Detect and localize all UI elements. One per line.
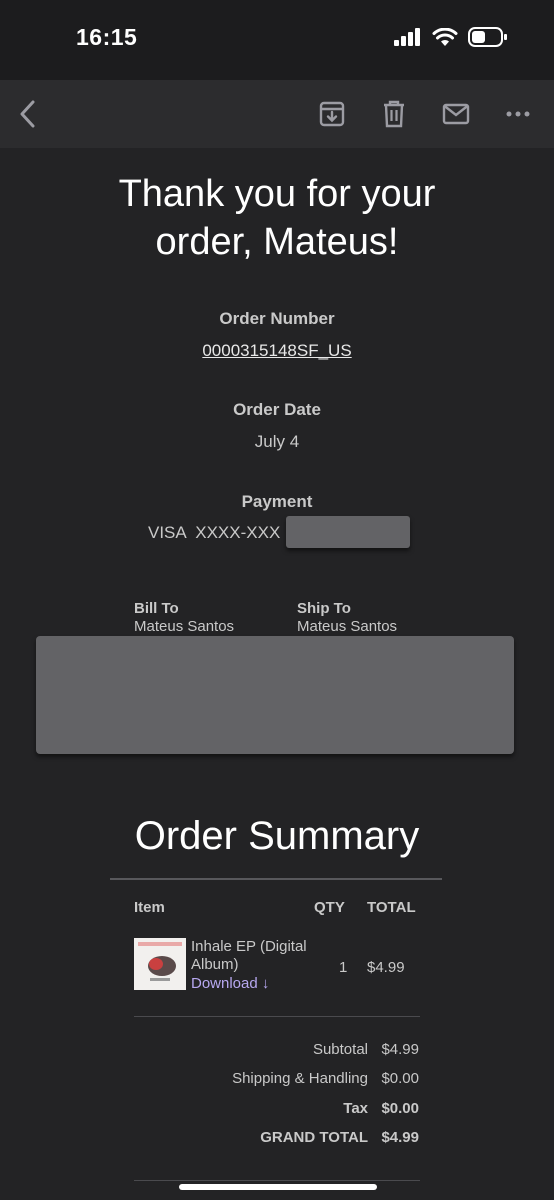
- bill-to-label: Bill To: [134, 600, 179, 617]
- column-qty: QTY: [314, 899, 345, 916]
- bill-to-name: Mateus Santos: [134, 618, 235, 635]
- status-icons: [394, 26, 508, 48]
- download-link[interactable]: Download ↓: [191, 975, 269, 992]
- chevron-left-icon: [20, 100, 35, 128]
- totals-divider: [134, 1180, 420, 1181]
- order-number-row: 0000315148SF_US: [0, 341, 554, 361]
- column-item: Item: [134, 899, 165, 916]
- grand-total-value: $4.99: [381, 1129, 419, 1146]
- order-summary-title: Order Summary: [134, 814, 420, 858]
- status-time: 16:15: [76, 24, 138, 50]
- ship-to-name: Mateus Santos: [297, 618, 398, 635]
- album-art-image: [134, 938, 186, 990]
- item-total: $4.99: [367, 959, 405, 976]
- redaction-card-number: [286, 516, 410, 548]
- shipping-label: Shipping & Handling: [232, 1070, 368, 1087]
- status-bar: 16:15: [0, 0, 554, 80]
- column-total: TOTAL: [367, 899, 416, 916]
- signal-icon: [394, 28, 420, 46]
- grand-total-label: GRAND TOTAL: [260, 1129, 368, 1146]
- email-body: Thank you for your order, Mateus! Order …: [0, 148, 554, 1200]
- headline-line-2: order, Mateus!: [155, 221, 399, 263]
- mark-unread-button[interactable]: [436, 94, 476, 134]
- items-divider: [134, 1016, 420, 1017]
- album-art: [134, 938, 186, 990]
- subtotal-value: $4.99: [381, 1041, 419, 1058]
- back-button[interactable]: [8, 94, 48, 134]
- headline-line-1: Thank you for your: [118, 173, 436, 215]
- wifi-icon: [432, 27, 458, 46]
- order-date-label: Order Date: [233, 400, 321, 419]
- home-indicator[interactable]: [179, 1184, 377, 1190]
- archive-button[interactable]: [312, 94, 352, 134]
- order-date: July 4: [254, 432, 300, 451]
- mail-toolbar: [0, 80, 554, 148]
- envelope-icon: [442, 103, 470, 125]
- item-name: Inhale EP (Digital Album): [191, 938, 307, 973]
- order-number-link[interactable]: 0000315148SF_US: [202, 341, 351, 360]
- more-button[interactable]: [498, 94, 538, 134]
- tax-value: $0.00: [381, 1100, 419, 1117]
- summary-divider: [110, 878, 442, 880]
- ellipsis-icon: [506, 111, 530, 117]
- payment-value: VISA XXXX-XXX: [148, 523, 281, 542]
- order-number-label: Order Number: [219, 309, 335, 328]
- item-qty: 1: [339, 959, 348, 976]
- payment-label: Payment: [241, 492, 313, 511]
- ship-to-label: Ship To: [297, 600, 351, 617]
- headline: Thank you for your order, Mateus!: [0, 170, 554, 266]
- redaction-address: [36, 636, 514, 754]
- archive-icon: [319, 101, 345, 127]
- shipping-value: $0.00: [381, 1070, 419, 1087]
- tax-label: Tax: [343, 1100, 368, 1117]
- battery-icon: [468, 27, 507, 47]
- trash-icon: [384, 100, 404, 128]
- delete-button[interactable]: [374, 94, 414, 134]
- subtotal-label: Subtotal: [312, 1041, 368, 1058]
